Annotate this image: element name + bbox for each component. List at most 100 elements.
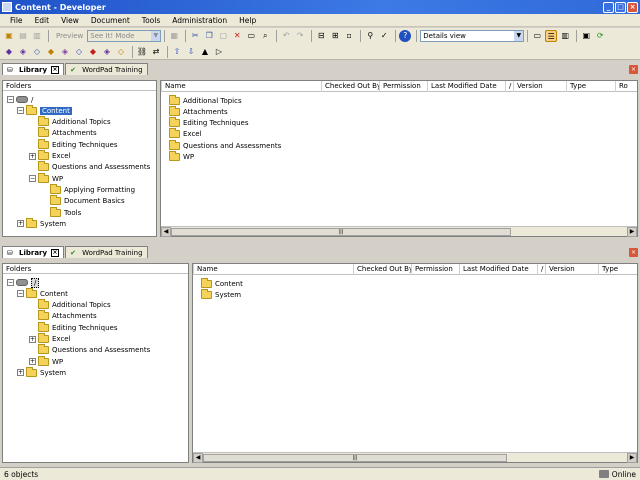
properties-icon[interactable]: ▦ <box>168 30 180 42</box>
tree-item[interactable]: − WP <box>29 172 63 184</box>
new-window-icon[interactable]: ▣ <box>580 30 592 42</box>
tree-item[interactable]: Additional Topics <box>29 299 111 311</box>
tree-item[interactable]: + System <box>17 217 66 229</box>
list-item[interactable]: Editing Techniques <box>169 117 249 129</box>
maximize-button[interactable]: □ <box>615 1 626 13</box>
tree-item[interactable]: − / <box>7 277 40 288</box>
scroll-left-icon[interactable]: ◀ <box>193 452 203 463</box>
menu-file[interactable]: File <box>4 16 29 25</box>
close-icon[interactable]: × <box>51 248 60 257</box>
preview-button[interactable]: Preview <box>52 30 87 42</box>
refresh-icon[interactable]: ⟳ <box>594 30 606 42</box>
new-assessment-icon[interactable]: ◈ <box>101 46 113 58</box>
column-header[interactable]: / <box>505 81 513 92</box>
tree-item[interactable]: + System <box>17 366 66 378</box>
expand-toggle-icon[interactable]: + <box>29 335 36 343</box>
tab-wordpad-training[interactable]: ✔ WordPad Training <box>65 63 148 75</box>
link-icon[interactable]: ⛓ <box>136 46 148 58</box>
column-header[interactable]: Last Modified Date <box>427 81 505 92</box>
spellcheck-icon[interactable]: ✓ <box>378 30 390 42</box>
close-icon[interactable]: × <box>51 65 60 74</box>
tree-item[interactable]: Applying Formatting <box>41 183 135 195</box>
tree-item[interactable]: Questions and Assessments <box>29 344 150 356</box>
new-module-icon[interactable]: ◇ <box>31 46 43 58</box>
tree-item[interactable]: + WP <box>29 355 63 367</box>
paste-icon[interactable]: ▢ <box>217 30 229 42</box>
column-header[interactable]: Ro <box>615 81 640 92</box>
collapse-toggle-icon[interactable]: − <box>17 107 24 115</box>
relink-icon[interactable]: ⇄ <box>150 46 162 58</box>
column-header[interactable]: Type <box>566 81 615 92</box>
list-item[interactable]: Additional Topics <box>169 94 242 106</box>
tab-library[interactable]: ⛁ Library × <box>2 63 65 75</box>
expand-toggle-icon[interactable]: + <box>29 358 36 366</box>
tree-item[interactable]: − Content <box>17 104 72 116</box>
redo-icon[interactable]: ↷ <box>294 30 306 42</box>
list-item[interactable]: Content <box>201 277 243 289</box>
check-in-icon[interactable]: ⇧ <box>171 46 183 58</box>
close-button[interactable]: × <box>627 1 638 13</box>
copy-icon[interactable]: ❐ <box>203 30 215 42</box>
menu-document[interactable]: Document <box>85 16 136 25</box>
expand-toggle-icon[interactable]: + <box>29 152 36 160</box>
tree-item[interactable]: Attachments <box>29 310 97 322</box>
column-header[interactable]: Checked Out By <box>321 81 379 92</box>
check-out-icon[interactable]: ⇩ <box>185 46 197 58</box>
binoculars-icon[interactable]: ⚲ <box>364 30 376 42</box>
new-frame-icon[interactable]: ◇ <box>73 46 85 58</box>
tree-item[interactable]: − Content <box>17 287 68 299</box>
horizontal-scrollbar[interactable]: ◀ ||| ▶ <box>193 452 637 463</box>
tree-item[interactable]: Document Basics <box>41 195 125 207</box>
layout-single-icon[interactable]: ▭ <box>531 30 543 42</box>
column-header[interactable]: Type <box>598 264 628 275</box>
horizontal-scrollbar[interactable]: ◀ ||| ▶ <box>161 226 637 237</box>
menu-help[interactable]: Help <box>233 16 262 25</box>
collapse-toggle-icon[interactable]: − <box>29 175 36 183</box>
column-header[interactable]: / <box>537 264 545 275</box>
scroll-left-icon[interactable]: ◀ <box>161 226 171 237</box>
menu-tools[interactable]: Tools <box>136 16 166 25</box>
open-folder-icon[interactable]: ▣ <box>3 30 15 42</box>
expand-icon[interactable]: ⊞ <box>329 30 341 42</box>
help-icon[interactable]: ? <box>399 30 412 42</box>
new-outline-icon[interactable]: ◈ <box>17 46 29 58</box>
new-section-icon[interactable]: ◆ <box>45 46 57 58</box>
print-icon[interactable]: ▥ <box>31 30 43 42</box>
collapse-toggle-icon[interactable]: − <box>7 279 14 286</box>
pane-close-icon[interactable]: × <box>629 65 638 74</box>
find-icon[interactable]: ⌕ <box>259 30 271 42</box>
column-header[interactable]: Checked Out By <box>353 264 411 275</box>
new-question-icon[interactable]: ◆ <box>87 46 99 58</box>
list-item[interactable]: WP <box>169 151 194 163</box>
collapse-toggle-icon[interactable]: − <box>17 290 24 298</box>
expand-toggle-icon[interactable]: + <box>17 220 24 228</box>
tree-item[interactable]: Editing Techniques <box>29 321 118 333</box>
export-icon[interactable]: ▷ <box>213 46 225 58</box>
scroll-right-icon[interactable]: ▶ <box>627 226 637 237</box>
menu-edit[interactable]: Edit <box>29 16 56 25</box>
scroll-thumb[interactable]: ||| <box>203 453 507 462</box>
list-item[interactable]: Excel <box>169 128 202 140</box>
scroll-thumb[interactable]: ||| <box>171 227 511 236</box>
column-header[interactable]: Version <box>545 264 598 275</box>
tree-item[interactable]: Editing Techniques <box>29 138 118 150</box>
column-header[interactable]: Permission <box>411 264 459 275</box>
refresh-small-icon[interactable]: ▫ <box>343 30 355 42</box>
list-item[interactable]: Attachments <box>169 105 228 117</box>
list-item[interactable]: System <box>201 288 241 300</box>
tree-item[interactable]: Tools <box>41 206 81 218</box>
collapse-icon[interactable]: ⊟ <box>315 30 327 42</box>
publish-icon[interactable]: ▲ <box>199 46 211 58</box>
new-package-icon[interactable]: ◇ <box>115 46 127 58</box>
column-header[interactable]: Name <box>193 264 353 275</box>
menu-administration[interactable]: Administration <box>166 16 233 25</box>
tree-item[interactable]: + Excel <box>29 150 71 162</box>
column-header[interactable]: Permission <box>379 81 427 92</box>
tree-item[interactable]: Attachments <box>29 127 97 139</box>
scroll-right-icon[interactable]: ▶ <box>627 452 637 463</box>
delete-icon[interactable]: ✕ <box>231 30 243 42</box>
mode-select[interactable]: See It! Mode ▼ <box>87 30 162 42</box>
new-document-icon[interactable]: ◆ <box>3 46 15 58</box>
scroll-track[interactable]: ||| <box>171 227 627 237</box>
tree-item[interactable]: Questions and Assessments <box>29 161 150 173</box>
